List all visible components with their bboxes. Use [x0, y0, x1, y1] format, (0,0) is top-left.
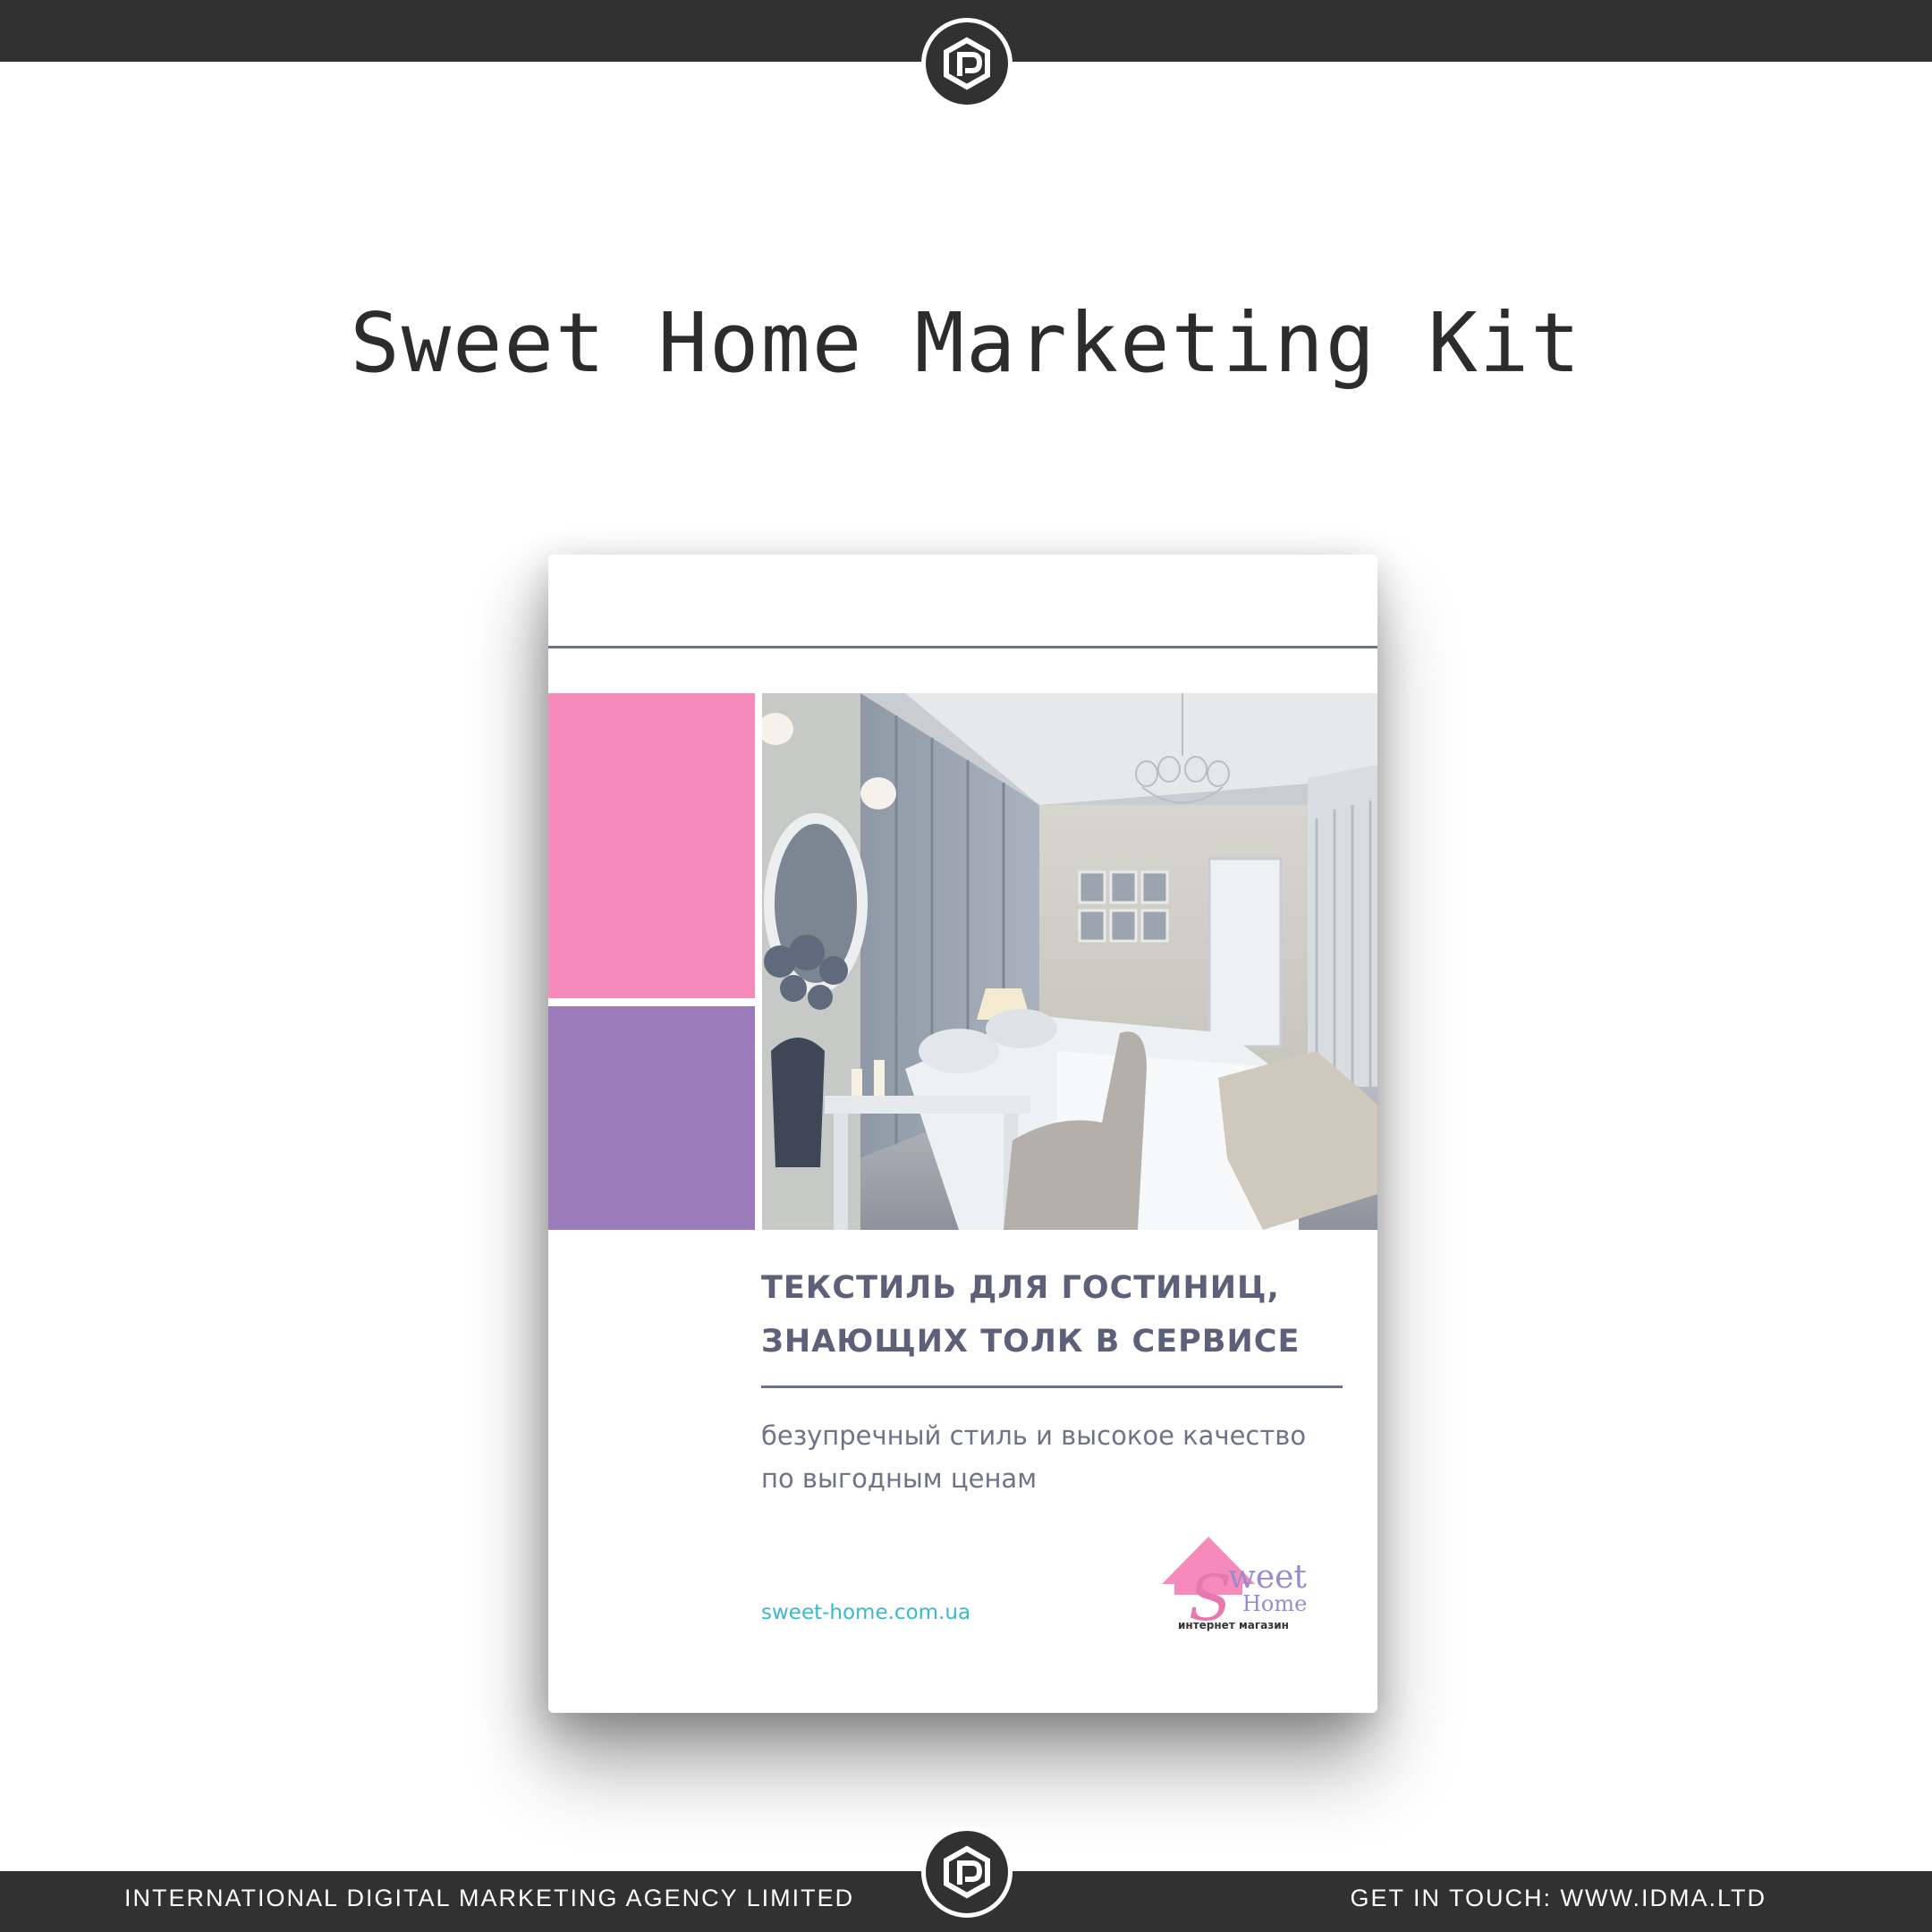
headline-line-2: ЗНАЮЩИХ ТОЛК В СЕРВИСЕ	[761, 1324, 1301, 1360]
logo-text-home: Home	[1242, 1591, 1307, 1616]
top-divider	[548, 646, 1377, 648]
headline-divider	[761, 1385, 1343, 1388]
agency-logo-icon	[944, 1845, 990, 1899]
bedroom-photo	[762, 693, 1377, 1230]
brochure-headline: ТЕКСТИЛЬ ДЛЯ ГОСТИНИЦ, ЗНАЮЩИХ ТОЛК В СЕ…	[761, 1261, 1334, 1368]
agency-logo-badge-top[interactable]	[921, 18, 1013, 109]
brochure-website-link[interactable]: sweet-home.com.ua	[761, 1601, 970, 1624]
purple-color-block	[548, 1006, 755, 1230]
footer-contact-link[interactable]: GET IN TOUCH: WWW.IDMA.LTD	[1350, 1885, 1767, 1912]
subline-line-2: по выгодным ценам	[761, 1463, 1038, 1494]
logo-tagline: интернет магазин	[1178, 1619, 1289, 1631]
page-title: Sweet Home Marketing Kit	[350, 295, 1582, 391]
footer-agency-name: INTERNATIONAL DIGITAL MARKETING AGENCY L…	[124, 1885, 855, 1911]
headline-line-1: ТЕКСТИЛЬ ДЛЯ ГОСТИНИЦ,	[761, 1270, 1280, 1306]
agency-logo-icon	[944, 37, 990, 90]
logo-text-weet: weet	[1228, 1559, 1307, 1596]
agency-logo-badge-bottom[interactable]	[921, 1826, 1013, 1918]
brochure-cover: ТЕКСТИЛЬ ДЛЯ ГОСТИНИЦ, ЗНАЮЩИХ ТОЛК В СЕ…	[548, 555, 1377, 1713]
subline-line-1: безупречный стиль и высокое качество	[761, 1420, 1307, 1451]
pink-color-block	[548, 693, 755, 998]
brochure-subline: безупречный стиль и высокое качество по …	[761, 1414, 1343, 1500]
sweet-home-logo: S weet Home интернет магазин	[1162, 1537, 1307, 1635]
